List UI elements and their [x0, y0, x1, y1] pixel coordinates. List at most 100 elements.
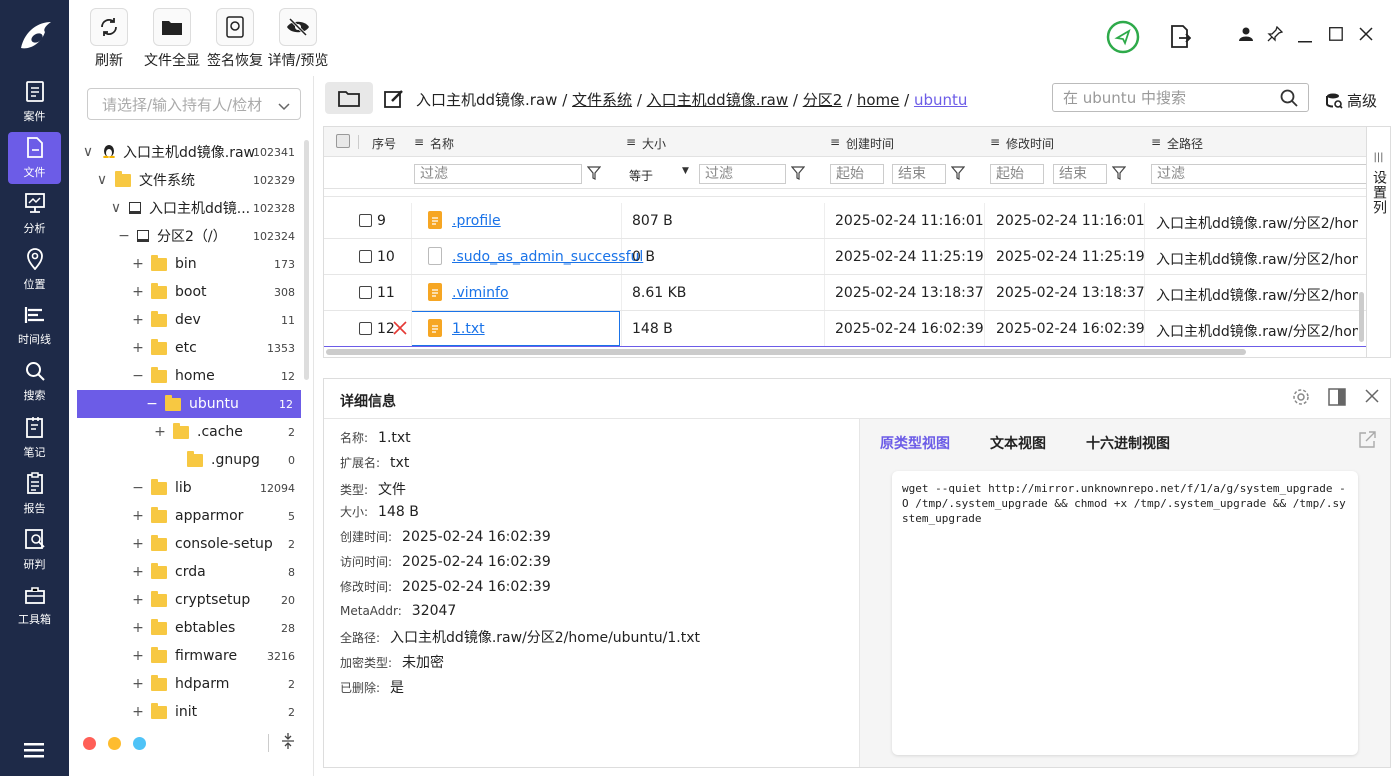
filter-icon[interactable] [586, 166, 602, 184]
tree-item[interactable]: + firmware 3216 [77, 642, 303, 670]
nav-item-case[interactable]: 案件 [8, 76, 61, 128]
header-name[interactable]: 名称 [430, 135, 454, 152]
menu-icon[interactable] [24, 742, 44, 762]
tree-item[interactable]: + boot 308 [77, 278, 303, 306]
tree-item[interactable]: ∨ 文件系统 102329 [77, 166, 303, 194]
tree-item[interactable]: + console-setup 2 [77, 530, 303, 558]
tree-scrollbar[interactable] [304, 140, 309, 380]
expand-icon[interactable]: + [131, 256, 145, 272]
collapse-icon[interactable] [281, 732, 295, 754]
collapse-icon[interactable]: ∨ [95, 172, 109, 188]
filter-icon[interactable] [790, 166, 806, 184]
search-icon[interactable] [1280, 89, 1298, 111]
expand-icon[interactable]: + [131, 312, 145, 328]
breadcrumb-current[interactable]: ubuntu [914, 91, 967, 109]
tree-item[interactable]: + init 2 [77, 698, 303, 726]
created-start-input[interactable]: 起始 [830, 164, 884, 184]
collapse-icon[interactable]: − [131, 368, 145, 384]
minimize-icon[interactable] [1298, 32, 1312, 47]
tree-item[interactable]: + ebtables 28 [77, 614, 303, 642]
table-hscrollbar[interactable] [326, 349, 1246, 355]
header-size[interactable]: 大小 [642, 135, 666, 152]
nav-item-timeline[interactable]: 时间线 [8, 300, 61, 352]
yellow-dot-icon[interactable] [108, 736, 121, 750]
tree-item[interactable]: + bin 173 [77, 250, 303, 278]
row-checkbox[interactable] [359, 322, 372, 335]
header-fullpath[interactable]: 全路径 [1167, 135, 1203, 152]
tree-item[interactable]: + .cache 2 [77, 418, 303, 446]
filter-icon[interactable] [950, 166, 966, 184]
tree-item[interactable]: − lib 12094 [77, 474, 303, 502]
tree-item[interactable]: ∨ 入口主机dd镜... 102328 [77, 194, 303, 222]
collapse-icon[interactable]: − [145, 396, 159, 412]
nav-item-report[interactable]: 报告 [8, 468, 61, 520]
name-filter-input[interactable]: 过滤 [414, 164, 582, 184]
expand-icon[interactable]: + [131, 564, 145, 580]
expand-icon[interactable]: + [153, 424, 167, 440]
collapse-icon[interactable]: − [117, 228, 131, 244]
path-filter-input[interactable]: 过滤 [1151, 164, 1366, 184]
collapse-icon[interactable]: − [131, 480, 145, 496]
detail-preview-button[interactable]: 详情/预览 [266, 8, 330, 70]
tree-item[interactable]: + dev 11 [77, 306, 303, 334]
close-icon[interactable] [1359, 27, 1373, 45]
view-tab[interactable]: 原类型视图 [880, 433, 950, 453]
tree-item[interactable]: + etc 1353 [77, 334, 303, 362]
breadcrumb-item[interactable]: 文件系统 [572, 91, 632, 109]
advanced-search-button[interactable]: 高级 [1325, 90, 1377, 111]
gear-icon[interactable] [1292, 388, 1310, 410]
user-icon[interactable] [1239, 27, 1253, 45]
breadcrumb-item[interactable]: 分区2 [803, 91, 843, 109]
expand-icon[interactable]: + [131, 704, 145, 720]
header-created[interactable]: 创建时间 [846, 135, 894, 152]
close-icon[interactable] [1364, 388, 1380, 410]
modified-end-input[interactable]: 结束 [1053, 164, 1107, 184]
expand-icon[interactable]: + [131, 648, 145, 664]
status-green-icon[interactable] [1106, 20, 1140, 58]
table-row[interactable]: 11 .viminfo 8.61 KB 2025-02-24 13:18:37 2025… [324, 275, 1366, 311]
breadcrumb-item[interactable]: home [857, 91, 900, 109]
tree-item[interactable]: + cryptsetup 20 [77, 586, 303, 614]
collapse-icon[interactable]: ∨ [109, 200, 123, 216]
signature-recover-button[interactable]: 签名恢复 [203, 8, 267, 70]
holder-select[interactable]: 请选择/输入持有人/检材 [87, 88, 301, 120]
view-tab[interactable]: 十六进制视图 [1086, 433, 1170, 453]
expand-icon[interactable]: + [131, 620, 145, 636]
file-name-link[interactable]: 1.txt [452, 321, 485, 337]
table-vscrollbar[interactable] [1359, 292, 1364, 342]
select-all-checkbox[interactable] [336, 134, 350, 148]
expand-icon[interactable]: + [131, 676, 145, 692]
file-name-link[interactable]: .viminfo [452, 285, 509, 301]
tree-item[interactable]: + apparmor 5 [77, 502, 303, 530]
tree-item[interactable]: + hdparm 2 [77, 670, 303, 698]
nav-item-note[interactable]: 笔记 [8, 412, 61, 464]
expand-icon[interactable]: + [131, 592, 145, 608]
external-open-icon[interactable] [1358, 431, 1376, 453]
refresh-button[interactable]: 刷新 [77, 8, 141, 70]
table-row[interactable]: 10 .sudo_as_admin_successful 0 B 2025-02-24… [324, 239, 1366, 275]
breadcrumb-item[interactable]: 入口主机dd镜像.raw [416, 91, 557, 109]
nav-item-toolbox[interactable]: 工具箱 [8, 580, 61, 632]
created-end-input[interactable]: 结束 [892, 164, 946, 184]
file-name-link[interactable]: .sudo_as_admin_successful [452, 249, 643, 265]
table-row[interactable]: 9 .profile 807 B 2025-02-24 11:16:01 2025-02… [324, 203, 1366, 239]
tree-item[interactable]: − home 12 [77, 362, 303, 390]
header-modified[interactable]: 修改时间 [1006, 135, 1054, 152]
nav-item-file[interactable]: 文件 [8, 132, 61, 184]
tree-item[interactable]: ∨ 入口主机dd镜像.raw 102341 [77, 138, 303, 166]
split-view-icon[interactable] [1328, 388, 1346, 410]
view-tab[interactable]: 文本视图 [990, 433, 1046, 453]
edit-path-icon[interactable] [384, 89, 404, 113]
pin-icon[interactable] [1267, 25, 1284, 46]
table-row[interactable]: 12 1.txt 148 B 2025-02-24 16:02:39 2025-02-2… [324, 311, 1366, 347]
filter-icon[interactable] [1111, 166, 1127, 184]
nav-item-analysis[interactable]: 分析 [8, 188, 61, 240]
breadcrumb-item[interactable]: 入口主机dd镜像.raw [647, 91, 788, 109]
row-checkbox[interactable] [359, 214, 372, 227]
size-filter-input[interactable]: 过滤 [699, 164, 786, 184]
nav-item-location[interactable]: 位置 [8, 244, 61, 296]
tree-item[interactable]: + crda 8 [77, 558, 303, 586]
collapse-icon[interactable]: ∨ [81, 144, 95, 160]
expand-icon[interactable]: + [131, 536, 145, 552]
expand-icon[interactable]: + [131, 284, 145, 300]
